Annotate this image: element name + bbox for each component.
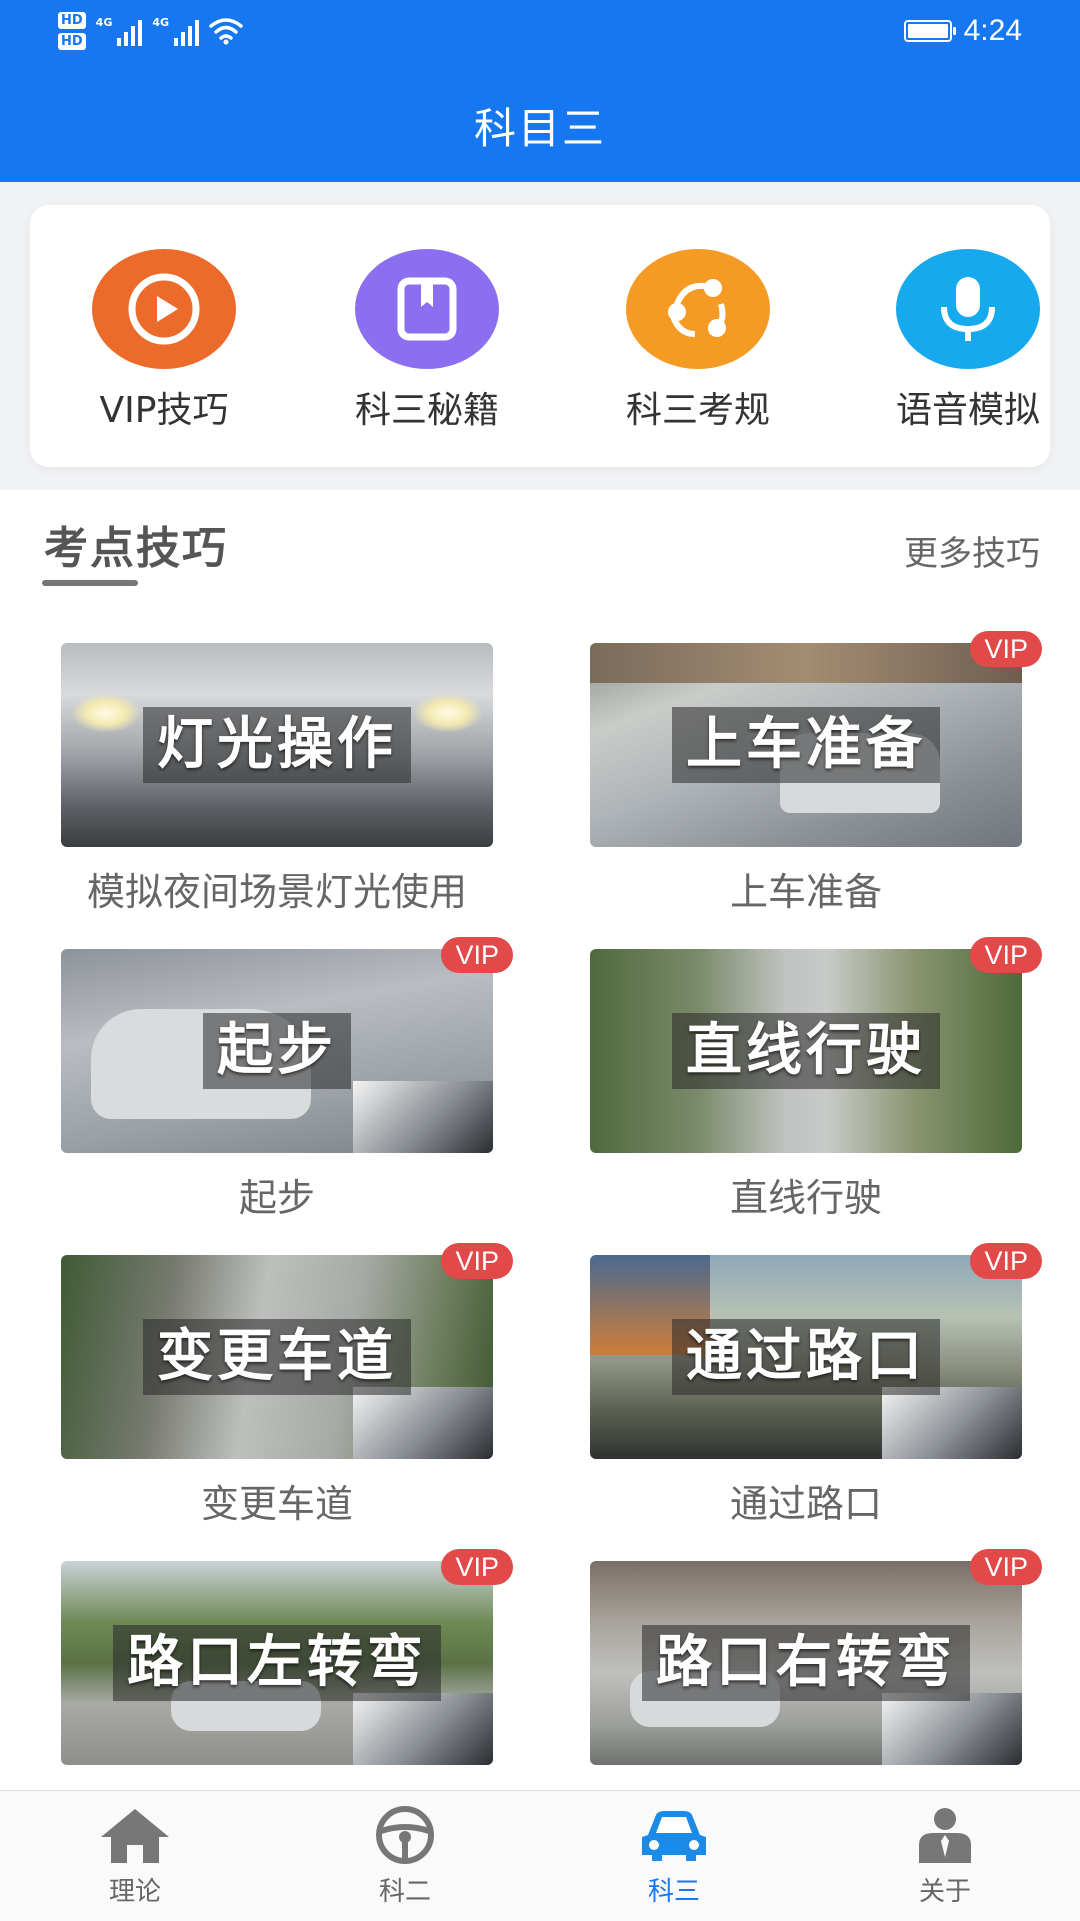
lesson-desc: 上车准备 <box>729 870 882 914</box>
car-icon <box>642 1811 706 1861</box>
tab-label: 科二 <box>378 1877 431 1907</box>
lesson-thumbnail: 通过路口 <box>590 1255 1022 1459</box>
vip-badge: VIP <box>970 1549 1042 1585</box>
quick-item-voice-sim[interactable]: 语音模拟 <box>858 249 1078 433</box>
lesson-thumbnail: 上车准备 <box>590 643 1022 847</box>
lesson-desc: 通过路口 <box>729 1482 882 1526</box>
lesson-thumbnail: 路口左转弯 <box>61 1561 493 1765</box>
lesson-inset-image <box>353 1081 493 1153</box>
quick-menu: VIP技巧 科三秘籍 科三考规 语音模拟 <box>30 205 1050 467</box>
signal-1-label: 4G <box>95 16 113 29</box>
signal-2-label: 4G <box>152 16 170 29</box>
tab-label: 科三 <box>647 1877 700 1907</box>
lesson-caption: 灯光操作 <box>143 707 411 783</box>
quick-item-label: 科三秘籍 <box>354 390 499 431</box>
lesson-thumbnail: 变更车道 <box>61 1255 493 1459</box>
quick-item-vip-tips[interactable]: VIP技巧 <box>54 249 274 433</box>
lesson-thumbnail: 路口右转弯 <box>590 1561 1022 1765</box>
bottom-tab-bar: 理论 科二 科三 关于 <box>0 1790 1080 1921</box>
signal-2-icon: 4G <box>152 16 200 46</box>
lesson-caption: 通过路口 <box>672 1319 940 1395</box>
signal-1-icon: 4G <box>96 16 143 46</box>
lesson-thumbnail: 直线行驶 <box>590 949 1022 1153</box>
vip-badge: VIP <box>441 1549 513 1585</box>
section-underline <box>42 580 138 586</box>
lessons-section: 考点技巧 更多技巧 灯光操作 模拟夜间场景灯光使用 上车准备 VIP 上车准备 … <box>0 490 1080 1790</box>
hd2-badge: HD <box>58 33 86 50</box>
section-title: 考点技巧 <box>44 523 228 574</box>
quick-item-label: VIP技巧 <box>99 390 229 431</box>
person-icon <box>919 1808 971 1863</box>
vip-badge: VIP <box>970 937 1042 973</box>
vip-badge: VIP <box>970 1243 1042 1279</box>
quick-item-secrets[interactable]: 科三秘籍 <box>317 249 537 433</box>
status-left: HD HD 4G 4G <box>58 12 243 50</box>
lesson-inset-image <box>882 1693 1022 1765</box>
book-icon <box>355 249 499 369</box>
wifi-icon <box>209 18 243 45</box>
lesson-caption: 起步 <box>203 1013 351 1089</box>
lesson-caption: 直线行驶 <box>672 1013 940 1089</box>
quick-item-rules[interactable]: 科三考规 <box>588 249 808 433</box>
tab-theory[interactable]: 理论 <box>55 1805 215 1908</box>
lesson-thumbnail: 灯光操作 <box>61 643 493 847</box>
lesson-desc: 起步 <box>238 1176 315 1220</box>
lesson-inset-image <box>882 1387 1022 1459</box>
quick-item-label: 科三考规 <box>625 390 770 431</box>
more-tips-link[interactable]: 更多技巧 <box>904 526 1040 575</box>
lesson-desc: 直线行驶 <box>729 1176 882 1220</box>
lesson-caption: 路口右转弯 <box>642 1625 970 1701</box>
lesson-thumbnail: 起步 <box>61 949 493 1153</box>
steering-wheel-icon <box>376 1806 434 1864</box>
lesson-caption: 路口左转弯 <box>113 1625 441 1701</box>
status-bar: HD HD 4G 4G 4:24 <box>0 0 1080 70</box>
lesson-desc: 变更车道 <box>200 1482 353 1526</box>
vip-badge: VIP <box>441 937 513 973</box>
tab-about[interactable]: 关于 <box>865 1805 1025 1908</box>
vip-badge: VIP <box>441 1243 513 1279</box>
tab-subject-three[interactable]: 科三 <box>594 1805 754 1908</box>
vip-badge: VIP <box>970 631 1042 667</box>
app-header: HD HD 4G 4G 4:24 科目三 <box>0 0 1080 182</box>
tab-label: 关于 <box>918 1877 971 1907</box>
lesson-caption: 上车准备 <box>672 707 940 783</box>
status-right: 4:24 <box>903 14 1022 48</box>
battery-icon <box>903 20 956 42</box>
quick-item-label: 语音模拟 <box>895 390 1040 431</box>
house-icon <box>101 1809 169 1863</box>
page-title: 科目三 <box>473 104 606 153</box>
tab-subject-two[interactable]: 科二 <box>325 1805 485 1908</box>
clock: 4:24 <box>963 14 1022 47</box>
hd-indicators: HD HD <box>58 12 86 50</box>
tab-label: 理论 <box>108 1877 161 1907</box>
microphone-icon <box>896 249 1040 369</box>
play-icon <box>92 249 236 369</box>
lesson-caption: 变更车道 <box>143 1319 411 1395</box>
share-icon <box>626 249 770 369</box>
lesson-desc: 模拟夜间场景灯光使用 <box>86 870 467 914</box>
lesson-inset-image <box>353 1693 493 1765</box>
lesson-inset-image <box>353 1387 493 1459</box>
hd1-badge: HD <box>58 12 86 29</box>
